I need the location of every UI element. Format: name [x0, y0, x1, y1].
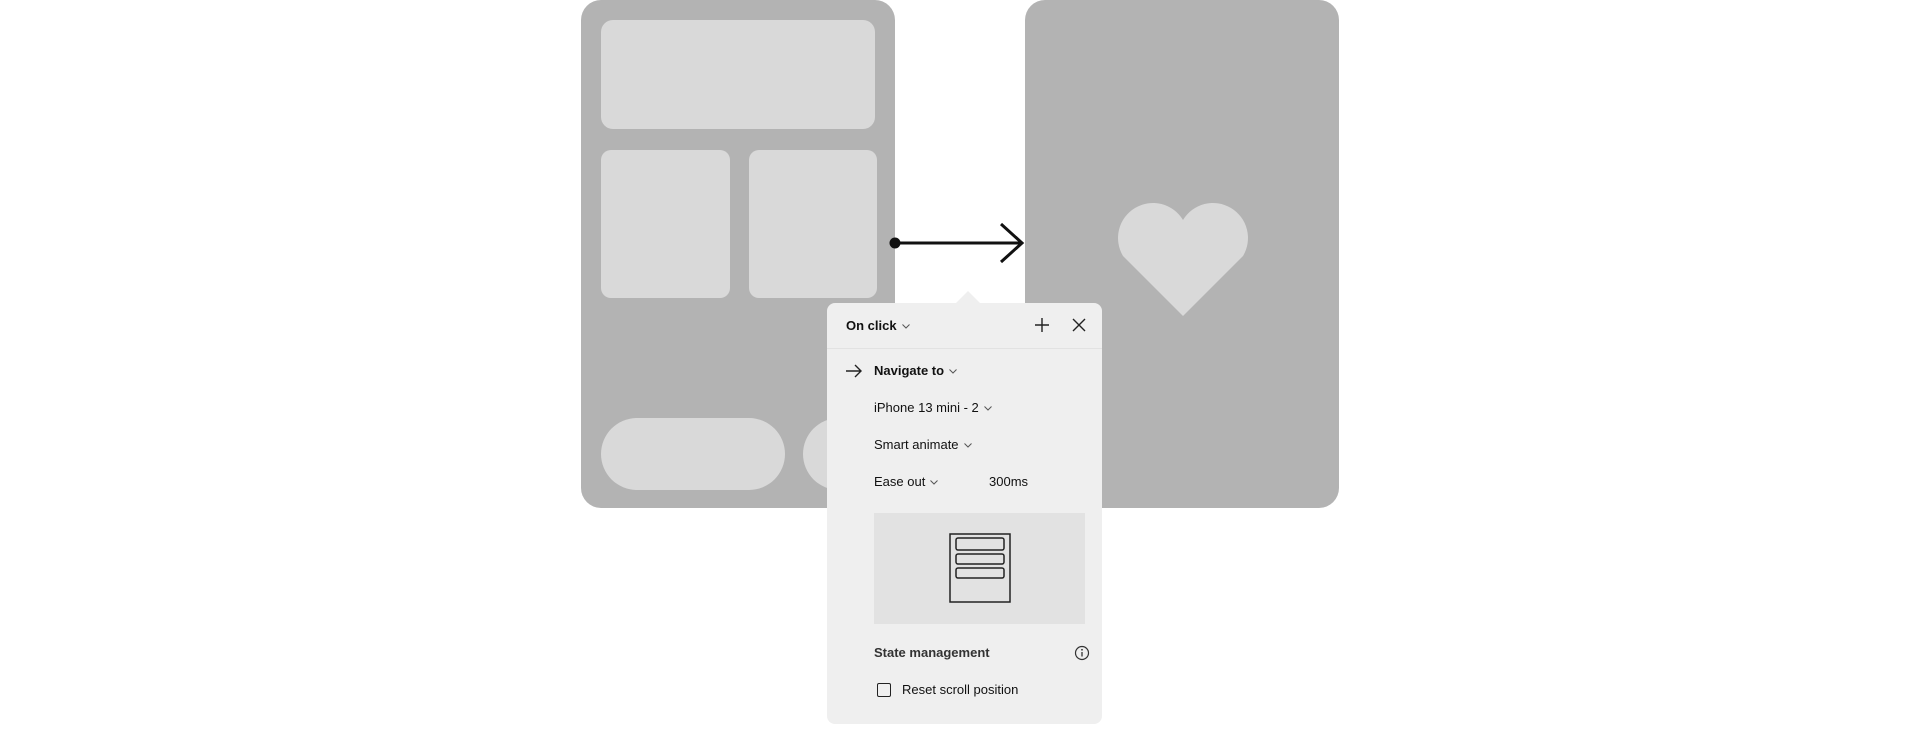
- reset-scroll-checkbox[interactable]: [877, 683, 891, 697]
- arrow-right-icon: [846, 364, 862, 378]
- chevron-down-icon: [949, 369, 957, 374]
- phone-layout-icon: [949, 533, 1011, 603]
- placeholder-card-left: [601, 150, 730, 298]
- animation-label: Smart animate: [874, 437, 959, 452]
- placeholder-pill-left: [601, 418, 785, 490]
- trigger-dropdown[interactable]: On click: [846, 318, 910, 334]
- placeholder-card-right: [749, 150, 877, 298]
- action-dropdown[interactable]: Navigate to: [874, 363, 957, 379]
- destination-dropdown[interactable]: iPhone 13 mini - 2: [874, 400, 992, 416]
- heart-icon: [1118, 203, 1248, 316]
- reset-scroll-label: Reset scroll position: [902, 682, 1019, 697]
- panel-pointer: [956, 291, 980, 303]
- animation-dropdown[interactable]: Smart animate: [874, 437, 972, 453]
- plus-icon[interactable]: [1033, 316, 1051, 334]
- close-icon[interactable]: [1070, 316, 1088, 334]
- chevron-down-icon: [930, 480, 939, 485]
- easing-dropdown[interactable]: Ease out: [874, 474, 939, 490]
- destination-label: iPhone 13 mini - 2: [874, 400, 979, 415]
- animation-preview: [874, 513, 1085, 624]
- chevron-down-icon: [963, 443, 972, 448]
- chevron-down-icon: [901, 324, 910, 329]
- panel-header: On click: [827, 303, 1102, 349]
- easing-label: Ease out: [874, 474, 926, 489]
- action-label: Navigate to: [874, 363, 945, 378]
- state-management-heading: State management: [874, 645, 990, 660]
- duration-input[interactable]: 300ms: [989, 474, 1028, 490]
- prototype-connector[interactable]: [885, 218, 1025, 268]
- placeholder-banner: [601, 20, 875, 129]
- interaction-panel: On click Navigate to iPhone 13 mini - 2 …: [827, 291, 1102, 724]
- chevron-down-icon: [983, 406, 992, 411]
- trigger-label: On click: [846, 318, 897, 333]
- info-icon[interactable]: [1074, 645, 1090, 661]
